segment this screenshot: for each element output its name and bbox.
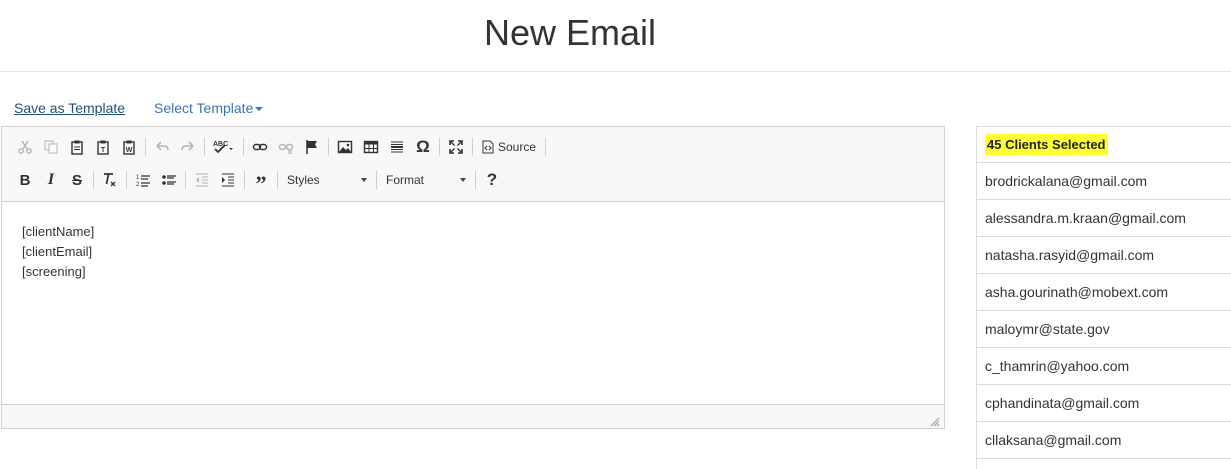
paste-icon[interactable] [64, 135, 90, 159]
client-email-item[interactable]: brodrickalana@gmail.com [977, 163, 1231, 200]
table-icon[interactable] [358, 135, 384, 159]
image-icon[interactable] [332, 135, 358, 159]
editor-toolbar-row-1: T W ABC Ω Source [12, 133, 549, 161]
toolbar-separator [545, 138, 547, 156]
paste-text-icon[interactable]: T [90, 135, 116, 159]
toolbar-separator [93, 171, 94, 189]
toolbar-separator [475, 171, 476, 189]
caret-down-icon [460, 178, 466, 182]
paste-word-icon[interactable]: W [116, 135, 142, 159]
svg-text:T: T [101, 147, 106, 154]
svg-text:ABC: ABC [213, 141, 228, 148]
client-email-item[interactable]: cllaksana@gmail.com [977, 422, 1231, 459]
page-title: New Email [483, 12, 657, 53]
editor-content-area[interactable]: [clientName] [clientEmail] [screening] [2, 201, 944, 405]
client-email-item[interactable]: alessandra.m.kraan@gmail.com [977, 200, 1231, 237]
select-template-dropdown[interactable]: Select Template [154, 100, 264, 116]
source-button[interactable]: Source [476, 135, 542, 159]
svg-text:1: 1 [136, 175, 140, 181]
strikethrough-icon[interactable]: S [64, 168, 90, 192]
indent-icon[interactable] [215, 168, 241, 192]
caret-down-icon [361, 178, 367, 182]
redo-icon[interactable] [175, 135, 201, 159]
client-email-item[interactable]: c_thamrin@yahoo.com [977, 348, 1231, 385]
format-dropdown[interactable]: Format [380, 169, 472, 191]
toolbar-separator [277, 171, 278, 189]
special-character-icon[interactable]: Ω [410, 135, 436, 159]
caret-down-icon [255, 107, 264, 112]
outdent-icon[interactable] [189, 168, 215, 192]
bold-icon[interactable]: B [12, 168, 38, 192]
client-email-item[interactable]: asha.gourinath@mobext.com [977, 274, 1231, 311]
unlink-icon[interactable] [273, 135, 299, 159]
horizontal-line-icon[interactable] [384, 135, 410, 159]
placeholder-client-email: [clientEmail] [22, 244, 93, 259]
link-icon[interactable] [247, 135, 273, 159]
source-icon [482, 140, 494, 154]
remove-format-icon[interactable] [97, 168, 123, 192]
clients-selected-header: 45 Clients Selected [977, 126, 1231, 163]
toolbar-separator [472, 138, 473, 156]
source-label: Source [498, 140, 537, 154]
toolbar-separator [145, 138, 146, 156]
client-email-item[interactable]: cphandinata@gmail.com [977, 385, 1231, 422]
toolbar-separator [328, 138, 329, 156]
toolbar-separator [126, 171, 127, 189]
select-template-label: Select Template [154, 100, 254, 116]
numbered-list-icon[interactable]: 12 [130, 168, 156, 192]
svg-text:2: 2 [136, 182, 140, 188]
save-as-template-link[interactable]: Save as Template [14, 100, 125, 116]
toolbar-separator [204, 138, 205, 156]
styles-dropdown[interactable]: Styles [281, 169, 373, 191]
resize-handle-icon[interactable] [930, 414, 940, 427]
title-divider [0, 71, 1231, 72]
anchor-flag-icon[interactable] [299, 135, 325, 159]
placeholder-screening: [screening] [22, 264, 86, 279]
editor-toolbar-row-2: B I S 12 ” Styles Format ? [12, 166, 505, 196]
client-email-item[interactable]: natasha.rasyid@gmail.com [977, 237, 1231, 274]
blockquote-icon[interactable]: ” [248, 168, 274, 196]
undo-icon[interactable] [149, 135, 175, 159]
help-icon[interactable]: ? [479, 168, 505, 192]
template-actions: Save as Template Select Template [14, 100, 264, 116]
clients-selected-count: 45 Clients Selected [985, 134, 1108, 155]
svg-text:W: W [126, 147, 133, 154]
toolbar-separator [439, 138, 440, 156]
selected-clients-panel: 45 Clients Selected brodrickalana@gmail.… [976, 126, 1231, 469]
cut-icon[interactable] [12, 135, 38, 159]
placeholder-client-name: [clientName] [22, 224, 95, 239]
rich-text-editor: T W ABC Ω Source B I S 1 2 ” Styles Form… [1, 126, 945, 429]
copy-icon[interactable] [38, 135, 64, 159]
bulleted-list-icon[interactable] [156, 168, 182, 192]
toolbar-separator [376, 171, 377, 189]
format-label: Format [386, 173, 425, 187]
spellcheck-icon[interactable]: ABC [208, 135, 240, 159]
client-email-item[interactable]: maloymr@state.gov [977, 311, 1231, 348]
toolbar-separator [185, 171, 186, 189]
styles-label: Styles [287, 173, 320, 187]
maximize-icon[interactable] [443, 135, 469, 159]
toolbar-separator [244, 171, 245, 189]
editor-text: [clientName] [clientEmail] [screening] [22, 222, 94, 282]
italic-icon[interactable]: I [38, 168, 64, 192]
toolbar-separator [243, 138, 244, 156]
